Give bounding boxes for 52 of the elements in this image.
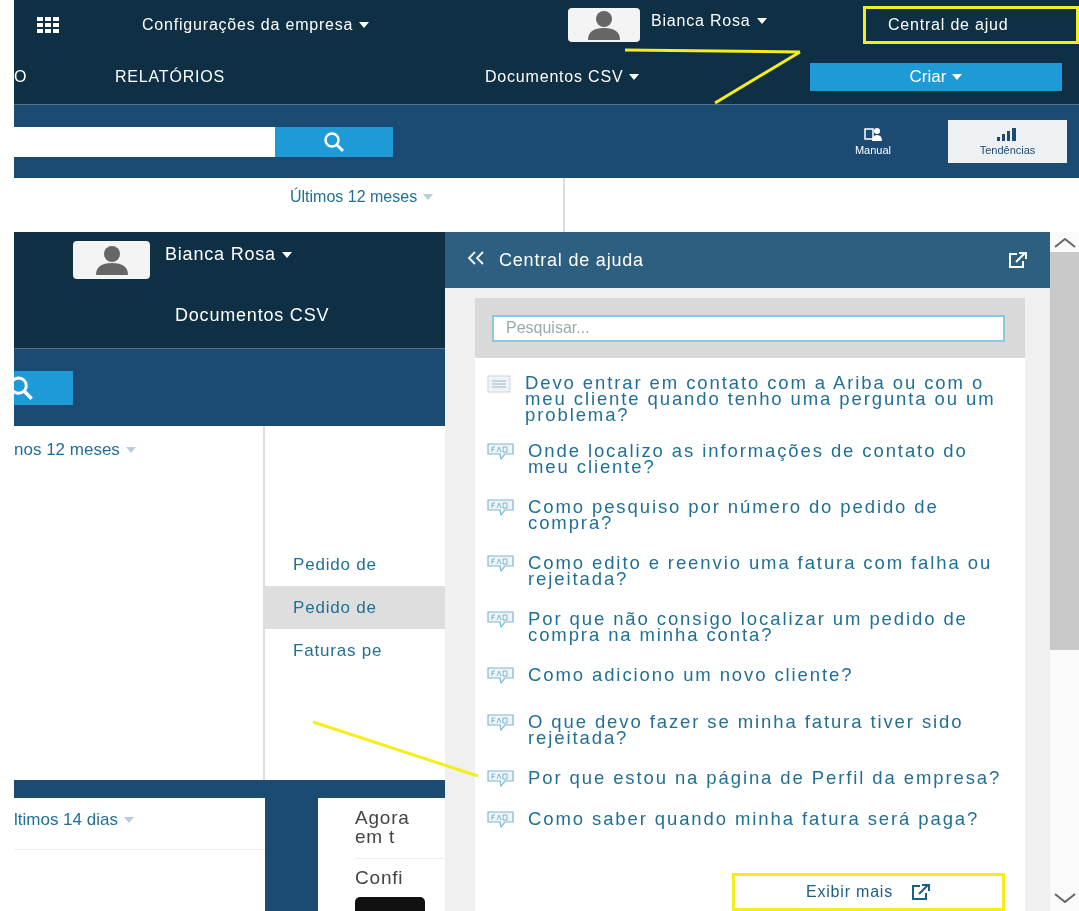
csv-documents-menu[interactable]: Documentos CSV: [175, 305, 330, 326]
faq-speech-bubble-icon: [487, 770, 514, 787]
create-button[interactable]: Criar: [810, 63, 1062, 91]
search-button[interactable]: [275, 126, 393, 157]
faq-speech-bubble-icon: [487, 555, 514, 572]
nav-tab[interactable]: RELATÓRIOS: [115, 68, 225, 86]
scrollbar[interactable]: [1050, 232, 1079, 911]
help-article-link[interactable]: Como adiciono um novo cliente?: [528, 667, 854, 683]
search-button[interactable]: [14, 370, 73, 405]
person-silhouette-icon: [93, 245, 130, 275]
period-filter[interactable]: nos 12 meses: [14, 440, 136, 461]
csv-documents-menu[interactable]: Documentos CSV: [485, 68, 640, 86]
external-link-icon: [911, 883, 931, 901]
faq-speech-bubble-icon: [487, 611, 514, 628]
dashboard-link[interactable]: Pedido de: [265, 586, 445, 630]
document-icon: [487, 375, 511, 393]
period-filter[interactable]: Últimos 12 meses: [290, 188, 434, 206]
show-more-link[interactable]: Exibir mais: [732, 873, 1005, 911]
panel-title: Central de ajuda: [499, 249, 645, 271]
faq-speech-bubble-icon: [487, 667, 514, 684]
app-grid-icon[interactable]: [37, 17, 59, 33]
nav-tab[interactable]: O: [14, 68, 28, 86]
search-icon: [14, 374, 34, 401]
faq-speech-bubble-icon: [487, 714, 514, 731]
chevron-up-icon[interactable]: [1053, 238, 1076, 248]
help-article-link[interactable]: Por que não consigo localizar um pedido de compra na minha conta?: [528, 611, 1003, 643]
external-link-icon: [1008, 251, 1028, 269]
help-article-link[interactable]: Como pesquiso por número do pedido de compra?: [528, 499, 1003, 531]
person-silhouette-icon: [586, 10, 622, 40]
faq-speech-bubble-icon: [487, 499, 514, 516]
promo-title: Agora em t: [355, 808, 411, 846]
bar-chart-icon: [996, 127, 1019, 141]
help-article-link[interactable]: Devo entrar em contato com a Ariba ou com o meu cliente quando tenho uma pergunta ou um problema?: [525, 375, 1000, 423]
book-person-icon: [864, 127, 882, 141]
help-article-link[interactable]: Como saber quando minha fatura será paga?: [528, 811, 980, 827]
user-menu[interactable]: Bianca Rosa: [165, 244, 292, 265]
help-search-field[interactable]: Pesquisar...: [492, 314, 1005, 342]
search-icon: [323, 130, 345, 153]
help-article-link[interactable]: Onde localizo as informações de contato do meu cliente?: [528, 443, 1003, 475]
help-article-link[interactable]: O que devo fazer se minha fatura tiver sido rejeitada?: [528, 714, 1003, 746]
chevron-down-icon[interactable]: [1053, 893, 1076, 903]
user-menu[interactable]: Bianca Rosa: [651, 12, 767, 30]
period-filter[interactable]: ltimos 14 dias: [14, 810, 134, 830]
help-center-link[interactable]: Central de ajud: [863, 6, 1079, 44]
faq-speech-bubble-icon: [487, 811, 514, 828]
help-article-link[interactable]: Por que estou na página de Perfil da empresa?: [528, 770, 1002, 786]
toolbar-button[interactable]: Tendências: [948, 120, 1067, 163]
search-field[interactable]: [14, 126, 275, 157]
help-article-link[interactable]: Como edito e reenvio uma fatura com falha ou rejeitada?: [528, 555, 1003, 587]
faq-speech-bubble-icon: [487, 443, 514, 460]
toolbar-button[interactable]: Manual: [833, 120, 913, 163]
company-settings-menu[interactable]: Configurações da empresa: [142, 16, 370, 34]
